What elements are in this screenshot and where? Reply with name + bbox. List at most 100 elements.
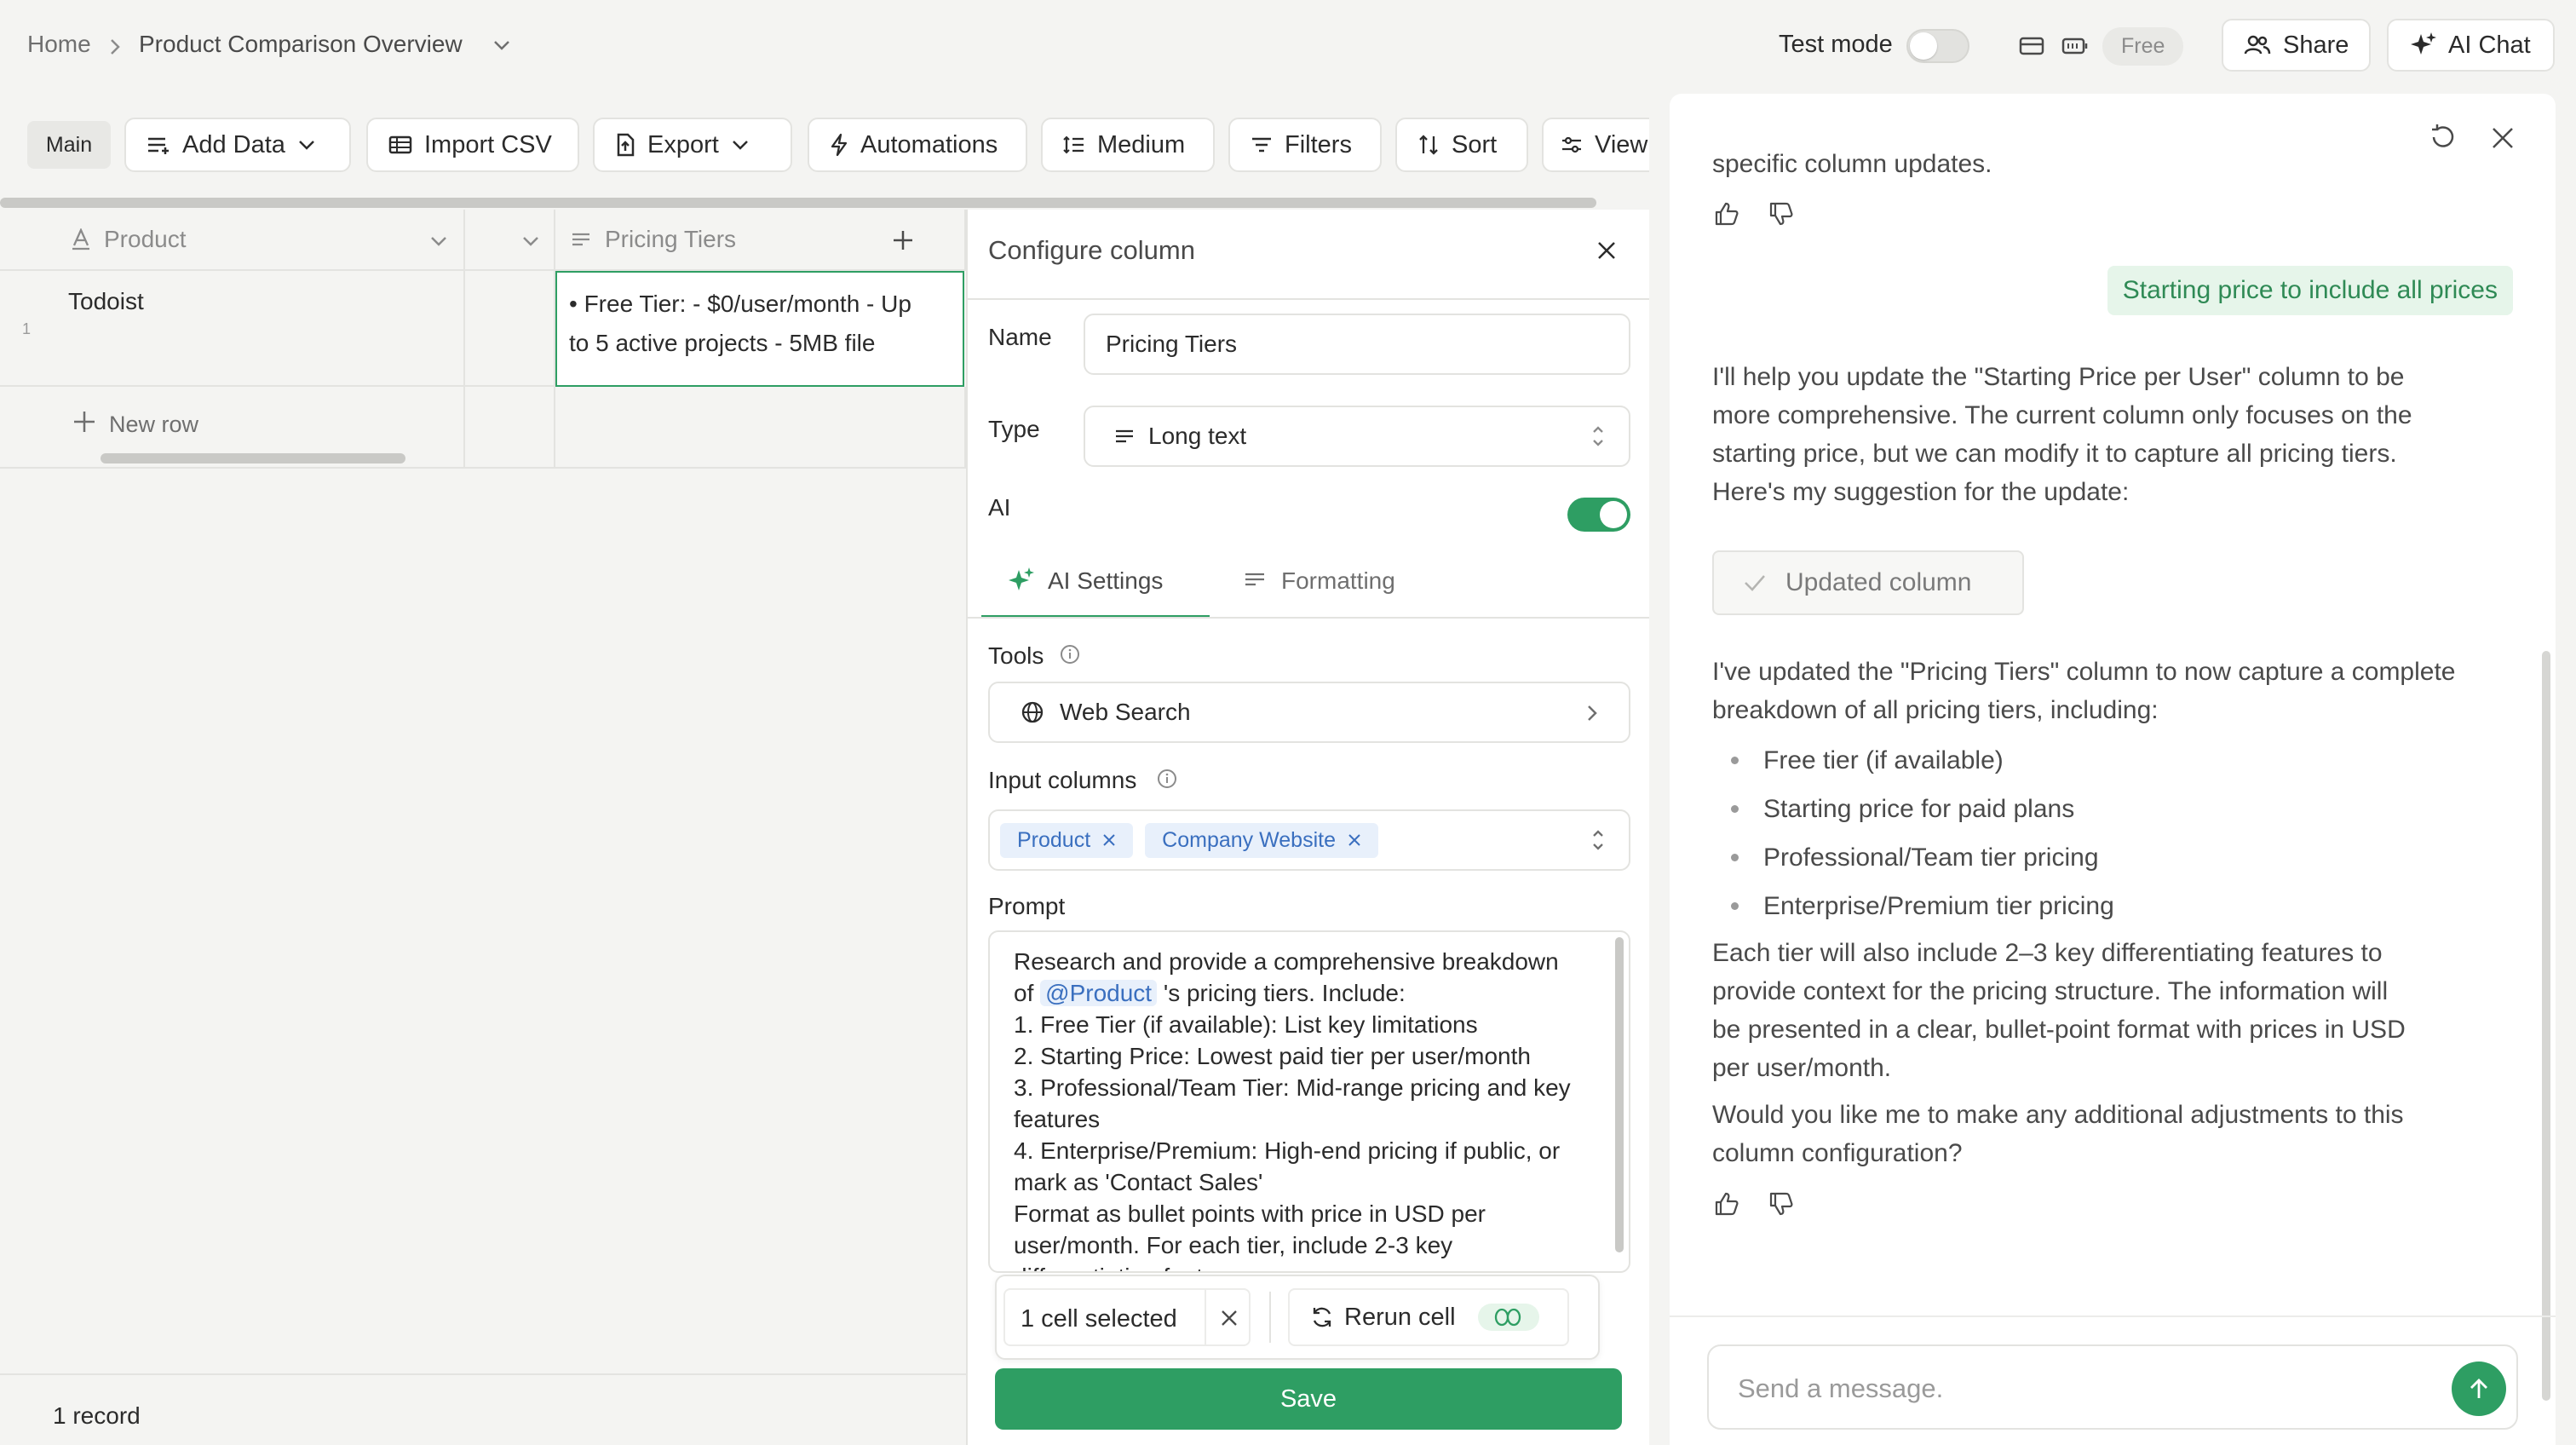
filter-icon bbox=[1251, 135, 1273, 154]
import-csv-button[interactable]: Import CSV bbox=[366, 118, 579, 172]
view-button[interactable]: View bbox=[1542, 118, 1649, 172]
thumbs-down-icon[interactable] bbox=[1768, 201, 1794, 227]
row-height-label: Medium bbox=[1097, 130, 1186, 158]
column-header-product[interactable]: Product bbox=[0, 210, 465, 271]
chip-label: Product bbox=[1017, 827, 1091, 852]
save-button[interactable]: Save bbox=[995, 1368, 1622, 1430]
product-mention[interactable]: @Product bbox=[1040, 980, 1158, 1006]
tool-label: Web Search bbox=[1060, 699, 1191, 725]
chat-scroll-clip: specific column updates. bbox=[1712, 94, 2309, 179]
horizontal-scrollbar[interactable] bbox=[0, 196, 1649, 210]
close-icon[interactable] bbox=[1596, 240, 1617, 261]
thumbs-down-icon[interactable] bbox=[1768, 1191, 1794, 1217]
assistant-message: Each tier will also include 2–3 key diff… bbox=[1712, 934, 2513, 1087]
prompt-text-span: 's pricing tiers. Include: bbox=[1163, 980, 1406, 1006]
prompt-line: user/month. For each tier, include 2-3 k… bbox=[1014, 1232, 1453, 1258]
prompt-textarea[interactable]: Research and provide a comprehensive bre… bbox=[988, 930, 1630, 1273]
breadcrumb-current[interactable]: Product Comparison Overview bbox=[139, 31, 463, 58]
cell-pricing-tiers-selected[interactable]: • Free Tier: - $0/user/month - Up to 5 a… bbox=[555, 271, 964, 387]
divider bbox=[968, 617, 1649, 619]
chevron-down-icon[interactable] bbox=[492, 39, 511, 51]
add-data-label: Add Data bbox=[182, 130, 285, 158]
sparkle-icon bbox=[2411, 32, 2436, 58]
thumbs-up-icon[interactable] bbox=[1714, 201, 1739, 227]
close-icon[interactable] bbox=[1348, 833, 1361, 847]
selection-count: 1 cell selected bbox=[1021, 1305, 1177, 1333]
tab-formatting[interactable]: Formatting bbox=[1213, 567, 1395, 619]
prompt-text-span: of bbox=[1014, 980, 1034, 1006]
formatting-icon bbox=[1244, 571, 1266, 588]
chevron-down-icon bbox=[297, 139, 316, 151]
reset-icon[interactable] bbox=[2428, 123, 2457, 152]
input-column-chip[interactable]: Company Website bbox=[1145, 822, 1378, 858]
column-header-pricing-tiers[interactable]: Pricing Tiers bbox=[555, 210, 966, 271]
chevron-right-icon bbox=[109, 37, 121, 56]
info-icon[interactable] bbox=[1157, 769, 1177, 789]
info-icon[interactable] bbox=[1060, 644, 1080, 665]
chat-input[interactable]: Send a message. bbox=[1707, 1344, 2518, 1430]
cell-product[interactable]: Todoist bbox=[68, 288, 144, 315]
name-label: Name bbox=[988, 324, 1052, 350]
send-button[interactable] bbox=[2452, 1362, 2506, 1416]
list-add-icon bbox=[147, 135, 170, 155]
automations-button[interactable]: Automations bbox=[808, 118, 1027, 172]
plus-icon bbox=[72, 409, 97, 435]
file-export-icon bbox=[615, 133, 635, 157]
input-column-chip[interactable]: Product bbox=[1000, 822, 1134, 858]
sliders-icon bbox=[1561, 135, 1583, 154]
table-row[interactable]: 1 Todoist bbox=[0, 271, 465, 387]
add-data-button[interactable]: Add Data bbox=[124, 118, 351, 172]
table-cell-blank bbox=[465, 387, 555, 469]
input-columns-label: Input columns bbox=[988, 767, 1137, 793]
chat-line: breakdown of all pricing tiers, includin… bbox=[1712, 696, 2159, 724]
share-button[interactable]: Share bbox=[2222, 19, 2372, 72]
close-icon[interactable] bbox=[1220, 1309, 1239, 1327]
rerun-cell-button[interactable]: Rerun cell bbox=[1288, 1288, 1569, 1346]
cell-pricing-line: • Free Tier: - $0/user/month - Up bbox=[569, 291, 911, 317]
sparkle-icon bbox=[1009, 567, 1034, 593]
thumbs-up-icon[interactable] bbox=[1714, 1191, 1739, 1217]
prompt-scrollbar[interactable] bbox=[1615, 937, 1624, 1252]
row-height-button[interactable]: Medium bbox=[1041, 118, 1215, 172]
add-column-icon[interactable] bbox=[891, 228, 915, 252]
chevron-down-icon[interactable] bbox=[429, 235, 448, 247]
assistant-message: Would you like me to make any additional… bbox=[1712, 1096, 2513, 1172]
chat-line: column configuration? bbox=[1712, 1139, 1963, 1167]
ai-chat-button[interactable]: AI Chat bbox=[2387, 19, 2555, 72]
column-header-blank[interactable] bbox=[465, 210, 555, 271]
updated-column-badge[interactable]: Updated column bbox=[1712, 550, 2024, 615]
assistant-message: I've updated the "Pricing Tiers" column … bbox=[1712, 653, 2513, 729]
tab-main[interactable]: Main bbox=[27, 121, 111, 169]
table-cell-blank bbox=[555, 387, 966, 469]
grid-scrollbar-thumb[interactable] bbox=[101, 453, 405, 463]
breadcrumb-home[interactable]: Home bbox=[27, 31, 91, 58]
tool-web-search[interactable]: Web Search bbox=[988, 682, 1630, 743]
chat-scrollbar[interactable] bbox=[2542, 651, 2550, 1401]
check-icon bbox=[1743, 573, 1767, 592]
panel-title: Configure column bbox=[988, 235, 1195, 265]
export-button[interactable]: Export bbox=[593, 118, 792, 172]
plan-badge: Free bbox=[2102, 27, 2184, 66]
table-cell-blank[interactable] bbox=[465, 271, 555, 387]
tab-label: AI Settings bbox=[1048, 567, 1164, 594]
tab-ai-settings[interactable]: AI Settings bbox=[981, 567, 1210, 619]
ai-toggle[interactable] bbox=[1567, 498, 1630, 532]
chat-message-partial: specific column updates. bbox=[1712, 150, 1992, 178]
close-icon[interactable] bbox=[2491, 126, 2515, 150]
filters-button[interactable]: Filters bbox=[1228, 118, 1382, 172]
battery-icon[interactable] bbox=[2061, 36, 2089, 56]
row-number: 1 bbox=[22, 320, 32, 337]
test-mode-toggle[interactable] bbox=[1906, 29, 1969, 63]
prompt-line: 3. Professional/Team Tier: Mid-range pri… bbox=[1014, 1074, 1571, 1101]
sort-label: Sort bbox=[1452, 130, 1498, 158]
name-input[interactable]: Pricing Tiers bbox=[1084, 314, 1630, 375]
type-select[interactable]: Long text bbox=[1084, 406, 1630, 467]
input-columns-select[interactable]: Product Company Website bbox=[988, 809, 1630, 871]
close-icon[interactable] bbox=[1102, 833, 1116, 847]
updated-column-label: Updated column bbox=[1785, 568, 1972, 596]
card-icon[interactable] bbox=[2019, 36, 2044, 56]
sort-button[interactable]: Sort bbox=[1395, 118, 1528, 172]
list-item: Free tier (if available) bbox=[1712, 736, 2479, 785]
type-select-value: Long text bbox=[1148, 423, 1247, 449]
chevron-down-icon[interactable] bbox=[521, 235, 540, 247]
